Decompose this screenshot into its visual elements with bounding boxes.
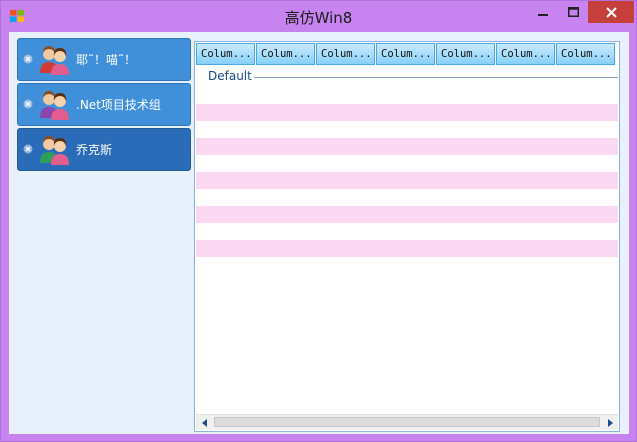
column-header[interactable]: Colum... bbox=[256, 43, 315, 65]
sidebar-item-label: 乔克斯 bbox=[76, 143, 113, 157]
scroll-right-button[interactable] bbox=[601, 415, 618, 430]
group-label: Default bbox=[208, 69, 252, 83]
close-small-icon[interactable] bbox=[23, 144, 33, 154]
table-row[interactable] bbox=[196, 223, 618, 240]
table-row[interactable] bbox=[196, 172, 618, 189]
table-row[interactable] bbox=[196, 138, 618, 155]
message-list-view[interactable]: Colum... Colum... Colum... Colum... Colu… bbox=[194, 41, 620, 432]
table-row[interactable] bbox=[196, 104, 618, 121]
table-row[interactable] bbox=[196, 189, 618, 206]
group-avatar-icon bbox=[40, 46, 69, 75]
table-row[interactable] bbox=[196, 206, 618, 223]
column-header[interactable]: Colum... bbox=[496, 43, 555, 65]
list-header: Colum... Colum... Colum... Colum... Colu… bbox=[196, 43, 618, 65]
table-row[interactable] bbox=[196, 121, 618, 138]
sidebar-item-group-1[interactable]: 耶˜！喵˜！ bbox=[17, 38, 191, 81]
close-small-icon[interactable] bbox=[23, 54, 33, 64]
close-button[interactable] bbox=[588, 1, 634, 23]
group-divider bbox=[254, 77, 618, 78]
group-avatar-icon bbox=[40, 136, 69, 165]
sidebar-item-label: .Net项目技术组 bbox=[76, 98, 161, 112]
arrow-right-icon bbox=[607, 418, 613, 427]
sidebar-item-group-3[interactable]: 乔克斯 bbox=[17, 128, 191, 171]
column-header[interactable]: Colum... bbox=[196, 43, 255, 65]
group-sidebar: 耶˜！喵˜！ .Net项目技术组 乔克斯 bbox=[17, 38, 191, 434]
scroll-left-button[interactable] bbox=[196, 415, 213, 430]
minimize-button[interactable] bbox=[528, 1, 558, 23]
sidebar-item-group-2[interactable]: .Net项目技术组 bbox=[17, 83, 191, 126]
column-header[interactable]: Colum... bbox=[556, 43, 615, 65]
close-icon bbox=[605, 6, 617, 18]
maximize-icon bbox=[567, 7, 579, 17]
scroll-thumb[interactable] bbox=[214, 417, 600, 427]
group-avatar-icon bbox=[40, 91, 69, 120]
table-row[interactable] bbox=[196, 155, 618, 172]
horizontal-scrollbar[interactable] bbox=[196, 414, 618, 430]
group-header[interactable]: Default bbox=[196, 68, 618, 84]
title-bar[interactable]: 高仿Win8 bbox=[1, 1, 636, 31]
sidebar-item-label: 耶˜！喵˜！ bbox=[76, 53, 137, 67]
minimize-icon bbox=[538, 14, 548, 16]
maximize-button[interactable] bbox=[558, 1, 588, 23]
close-small-icon[interactable] bbox=[23, 99, 33, 109]
column-header[interactable]: Colum... bbox=[316, 43, 375, 65]
client-area: 耶˜！喵˜！ .Net项目技术组 乔克斯 Colum... Colum... C… bbox=[9, 32, 629, 434]
column-header[interactable]: Colum... bbox=[376, 43, 435, 65]
table-row[interactable] bbox=[196, 240, 618, 257]
arrow-left-icon bbox=[201, 418, 207, 427]
table-row[interactable] bbox=[196, 87, 618, 104]
column-header[interactable]: Colum... bbox=[436, 43, 495, 65]
main-window: 高仿Win8 耶˜！喵˜！ .Net项目技术组 乔克斯 Colum... Col… bbox=[0, 0, 637, 442]
